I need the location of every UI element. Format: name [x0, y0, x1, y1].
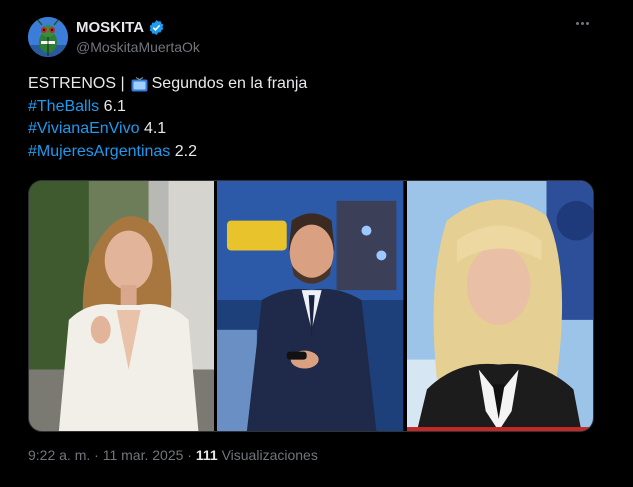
media-grid[interactable] — [28, 180, 594, 432]
rating-value: 4.1 — [143, 120, 167, 137]
separator-dot: · — [187, 447, 192, 463]
hashtag-link[interactable]: #VivianaEnVivo — [28, 118, 140, 141]
media-image-3[interactable] — [406, 181, 593, 431]
rating-row: #TheBalls 6.1 — [28, 96, 307, 119]
woman-host-photo-icon — [29, 181, 215, 431]
tv-icon — [131, 76, 148, 92]
media-image-1[interactable] — [29, 181, 215, 431]
hashtag-link[interactable]: #MujeresArgentinas — [28, 141, 170, 164]
tweet-text: ESTRENOS | Segundos en la franja #TheBal… — [28, 73, 307, 163]
separator-dot: · — [94, 447, 99, 463]
man-host-photo-icon — [217, 181, 404, 431]
rating-row: #MujeresArgentinas 2.2 — [28, 141, 307, 164]
rating-value: 2.2 — [174, 142, 197, 160]
mosquito-avatar-icon — [28, 17, 68, 57]
verified-badge-icon — [149, 19, 164, 35]
hashtag-link[interactable]: #TheBalls — [28, 96, 99, 119]
blonde-host-photo-icon — [406, 181, 593, 431]
tweet-line-header: ESTRENOS | Segundos en la franja — [28, 73, 307, 96]
views-count: 111 — [195, 447, 218, 463]
tweet-prefix: ESTRENOS | — [28, 75, 125, 92]
tweet-suffix: Segundos en la franja — [151, 75, 308, 92]
more-options-icon[interactable] — [576, 22, 589, 25]
rating-row: #VivianaEnVivo 4.1 — [28, 118, 307, 141]
tweet-card[interactable]: MOSKITA @MoskitaMuertaOk ESTRENOS | Segu… — [0, 0, 633, 487]
author-name[interactable]: MOSKITA — [76, 19, 144, 36]
media-image-2[interactable] — [217, 181, 404, 431]
rating-value: 6.1 — [103, 97, 126, 115]
tweet-date[interactable]: 11 mar. 2025 — [103, 447, 184, 463]
tweet-time[interactable]: 9:22 a. m. — [28, 447, 90, 463]
tweet-meta: 9:22 a. m. · 11 mar. 2025 · 111 Visualiz… — [28, 447, 318, 463]
author-info[interactable]: MOSKITA @MoskitaMuertaOk — [76, 18, 200, 56]
views-label: Visualizaciones — [221, 447, 318, 463]
avatar[interactable] — [28, 17, 68, 57]
author-handle[interactable]: @MoskitaMuertaOk — [76, 39, 200, 55]
